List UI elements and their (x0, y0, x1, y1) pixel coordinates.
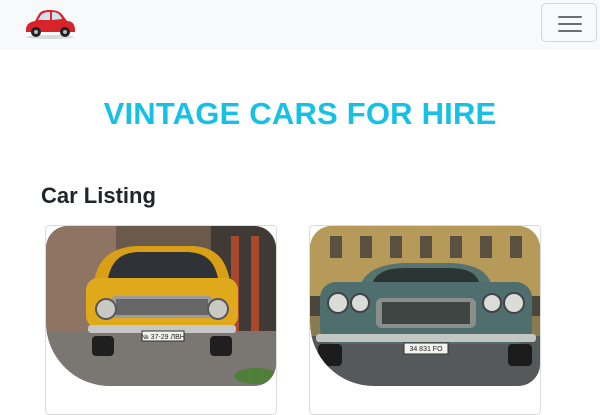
navbar-toggle-button[interactable] (541, 3, 597, 42)
car-photo[interactable]: 34 831 FO (310, 226, 540, 386)
hero-title: VINTAGE CARS FOR HIRE (103, 96, 497, 131)
section-title: Car Listing (41, 183, 156, 208)
brand-logo-icon[interactable] (22, 8, 78, 40)
car-photo[interactable]: № 37-29 ЛВН (46, 226, 276, 386)
car-card[interactable]: № 37-29 ЛВН (45, 225, 277, 415)
navbar (0, 0, 600, 50)
license-plate: 34 831 FO (409, 346, 443, 353)
hamburger-icon (558, 16, 582, 18)
car-card[interactable]: 34 831 FO (309, 225, 541, 415)
license-plate: № 37-29 ЛВН (141, 334, 185, 341)
